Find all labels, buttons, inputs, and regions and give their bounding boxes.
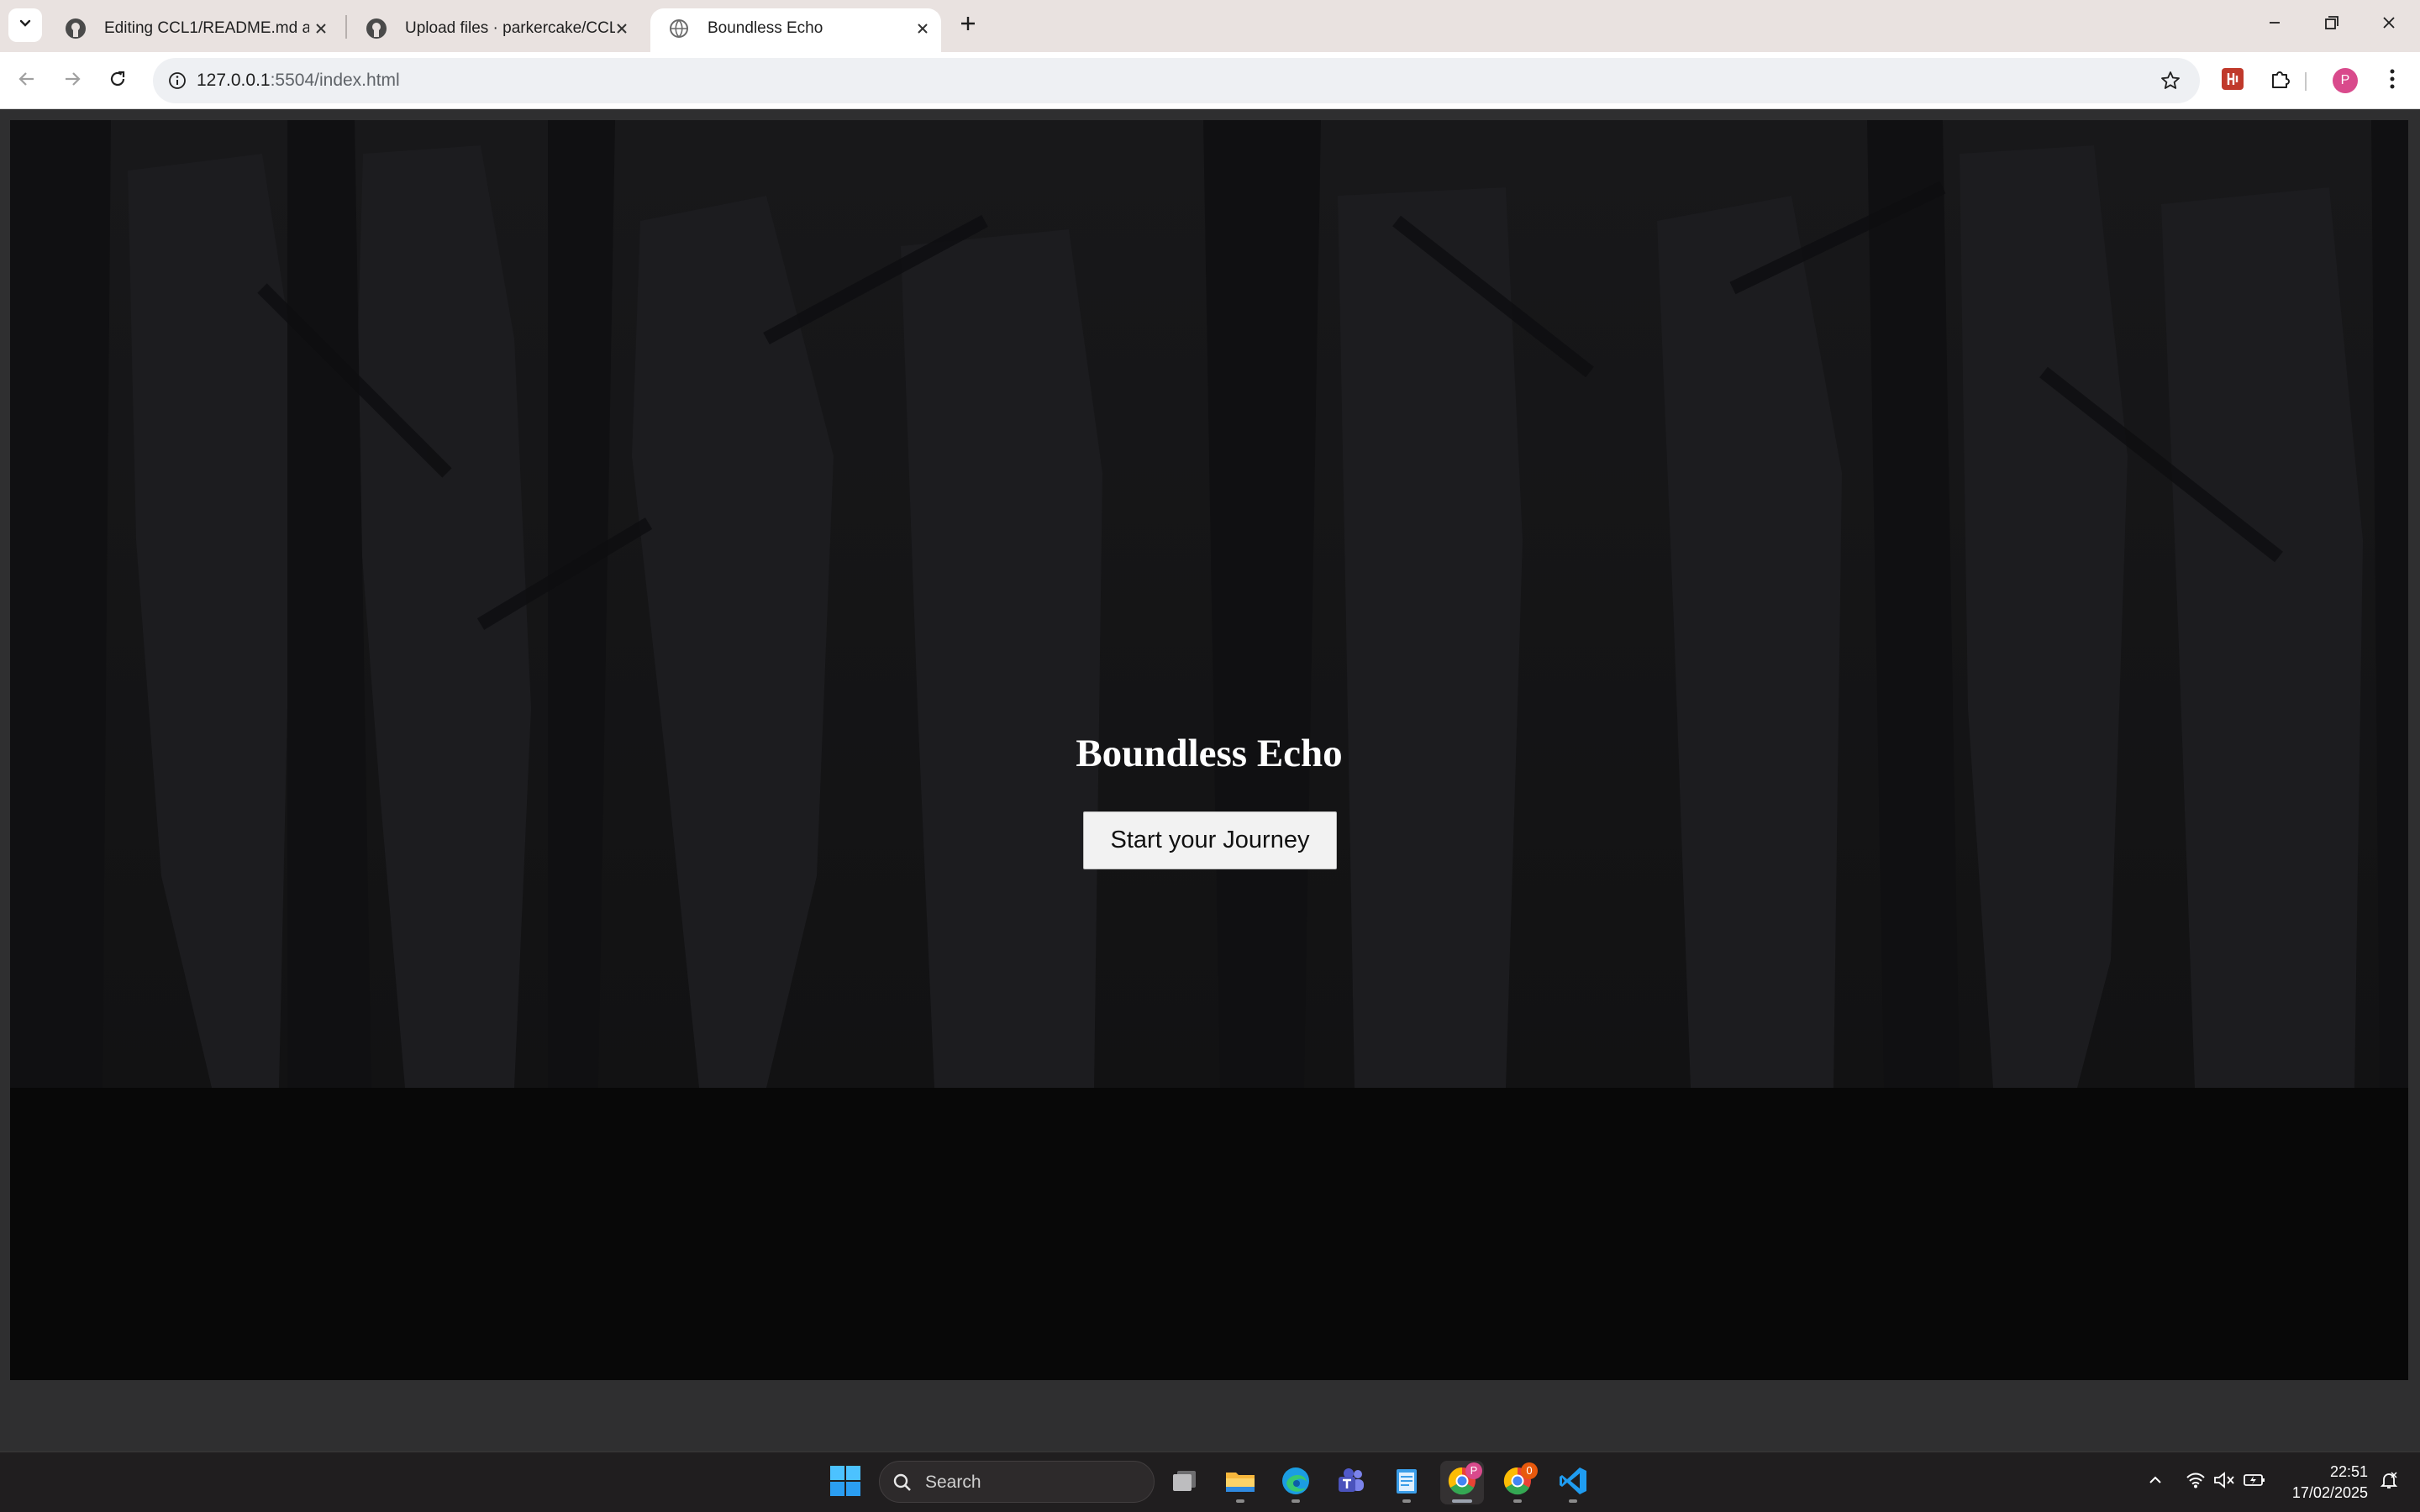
reload-icon (108, 69, 128, 93)
task-view-button[interactable] (1163, 1461, 1207, 1504)
new-tab-button[interactable] (953, 10, 983, 40)
extension-pinned-button[interactable] (2215, 63, 2250, 98)
plus-icon (959, 14, 977, 37)
reload-button[interactable] (101, 64, 134, 97)
arrow-left-icon (17, 69, 37, 93)
profile-badge: P (1465, 1462, 1482, 1479)
start-journey-button[interactable]: Start your Journey (1083, 811, 1337, 869)
running-indicator (1402, 1499, 1411, 1503)
battery-charging-icon (2243, 1472, 2266, 1493)
arrow-right-icon (62, 69, 82, 93)
volume-button[interactable] (2210, 1467, 2238, 1496)
clock-date: 17/02/2025 (2291, 1484, 2368, 1501)
running-indicator (1569, 1499, 1577, 1503)
file-explorer-button[interactable] (1218, 1461, 1262, 1504)
tab-title: Upload files · parkercake/CCL1 (405, 19, 615, 37)
browser-menu-button[interactable] (2375, 63, 2410, 98)
minimize-button[interactable] (2247, 0, 2302, 49)
edge-icon (1280, 1465, 1312, 1501)
minimize-icon (2266, 14, 2283, 35)
task-view-icon (1170, 1466, 1200, 1500)
tab-search-button[interactable] (8, 8, 42, 42)
page-title: Boundless Echo (1076, 732, 1343, 775)
close-window-button[interactable] (2361, 0, 2417, 49)
address-url: 127.0.0.1:5504/index.html (197, 58, 400, 103)
running-indicator (1236, 1499, 1244, 1503)
windows-start-icon (829, 1465, 861, 1501)
running-indicator (1513, 1499, 1522, 1503)
game-stage: Boundless Echo Start your Journey (10, 120, 2408, 1380)
tab-editing-readme[interactable]: Editing CCL1/README.md at m (47, 8, 338, 52)
clock-time: 22:51 (2329, 1463, 2368, 1480)
tab-close-icon[interactable] (612, 18, 632, 39)
globe-icon (667, 17, 691, 40)
volume-muted-icon (2213, 1471, 2235, 1494)
profile-button[interactable]: P (2328, 63, 2363, 98)
forest-background (10, 120, 2408, 1088)
restore-icon (2323, 14, 2340, 35)
edge-button[interactable] (1274, 1461, 1318, 1504)
windows-taskbar: Search P 0 22:51 17/02/2025 (0, 1452, 2420, 1512)
close-icon (2381, 14, 2397, 35)
browser-tab-strip: Editing CCL1/README.md at m Upload files… (0, 0, 2420, 52)
file-explorer-icon (1224, 1465, 1256, 1501)
teams-icon (1335, 1465, 1367, 1501)
tab-separator (345, 15, 347, 39)
browser-toolbar: 127.0.0.1:5504/index.html P (0, 52, 2420, 109)
notification-badge: 0 (1521, 1462, 1538, 1479)
page-viewport: Boundless Echo Start your Journey (0, 110, 2420, 1452)
notepad-icon (1391, 1465, 1423, 1501)
extensions-button[interactable] (2263, 63, 2298, 98)
bookmark-star-icon[interactable] (2158, 68, 2183, 93)
notepad-button[interactable] (1385, 1461, 1428, 1504)
chrome-button[interactable]: 0 (1496, 1461, 1539, 1504)
chevron-up-icon (2147, 1472, 2164, 1493)
back-button[interactable] (10, 64, 44, 97)
restore-button[interactable] (2304, 0, 2360, 49)
battery-button[interactable] (2240, 1467, 2269, 1496)
tab-close-icon[interactable] (913, 18, 933, 39)
search-icon (892, 1472, 913, 1494)
address-bar[interactable]: 127.0.0.1:5504/index.html (153, 58, 2200, 103)
tab-boundless-echo[interactable]: Boundless Echo (650, 8, 941, 52)
wifi-icon (2186, 1471, 2206, 1494)
tab-upload-files[interactable]: Upload files · parkercake/CCL1 (348, 8, 639, 52)
wifi-button[interactable] (2181, 1467, 2210, 1496)
url-host: 127.0.0.1 (197, 71, 271, 90)
vscode-button[interactable] (1551, 1461, 1595, 1504)
hero: Boundless Echo (10, 727, 2408, 780)
running-indicator (1452, 1499, 1472, 1503)
notification-bell-icon (2379, 1470, 2399, 1494)
url-path: :5504/index.html (270, 71, 400, 90)
github-icon (64, 17, 87, 40)
start-button[interactable] (823, 1461, 867, 1504)
extension-red-icon (2221, 67, 2244, 95)
site-info-icon[interactable] (165, 68, 190, 93)
chrome-profile-button[interactable]: P (1440, 1461, 1484, 1504)
ground (10, 1088, 2408, 1380)
tab-close-icon[interactable] (311, 18, 331, 39)
teams-button[interactable] (1329, 1461, 1373, 1504)
avatar: P (2333, 68, 2358, 93)
notifications-button[interactable] (2375, 1467, 2403, 1496)
toolbar-separator (2305, 72, 2307, 91)
github-icon (365, 17, 388, 40)
vscode-icon (1557, 1465, 1589, 1501)
chevron-down-icon (17, 15, 34, 36)
puzzle-icon (2269, 67, 2292, 95)
taskbar-search[interactable]: Search (879, 1461, 1155, 1503)
forward-button[interactable] (55, 64, 89, 97)
system-clock[interactable]: 22:51 17/02/2025 (2275, 1462, 2368, 1504)
running-indicator (1292, 1499, 1300, 1503)
tab-title: Editing CCL1/README.md at m (104, 19, 309, 37)
tab-title: Boundless Echo (708, 19, 823, 37)
show-hidden-icons-button[interactable] (2141, 1467, 2170, 1496)
search-label: Search (925, 1473, 981, 1492)
kebab-menu-icon (2389, 68, 2396, 94)
